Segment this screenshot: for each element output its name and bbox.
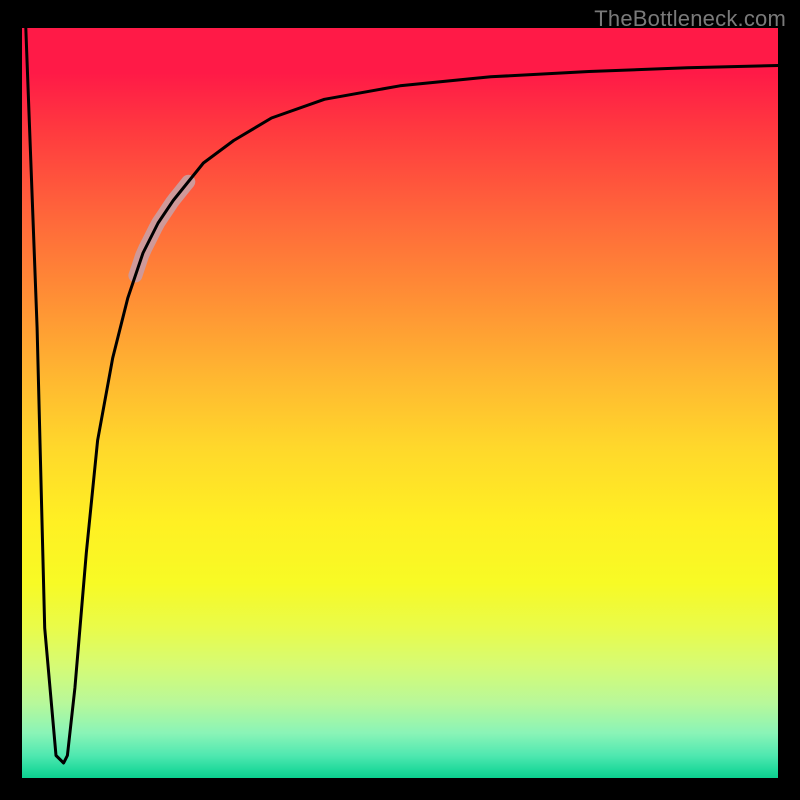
plot-area — [22, 28, 778, 778]
bottleneck-curve — [26, 28, 778, 763]
chart-frame: TheBottleneck.com — [0, 0, 800, 800]
bottleneck-curve-highlight — [135, 182, 188, 276]
curve-layer — [22, 28, 778, 778]
